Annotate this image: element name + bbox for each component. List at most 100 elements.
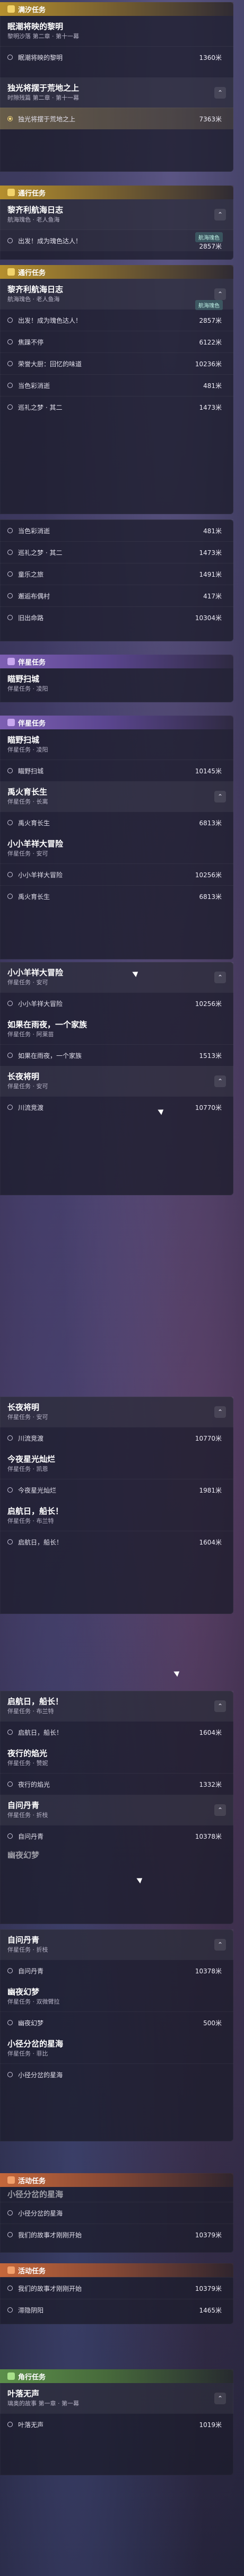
quest-header[interactable]: 禹火育长生 伴星任务 · 长离 ⌃ — [0, 781, 233, 811]
quest-header[interactable]: 今夜星光灿烂 伴星任务 · 凯恩 — [0, 1449, 233, 1479]
category-header: 伴星任务 — [0, 655, 233, 668]
quest-step-row[interactable]: 小小羊祥大冒险 10256米 — [0, 863, 233, 885]
quest-header[interactable]: 黎齐利航海日志 航海瑰色 · 老人鱼海 ⌃ 航海瑰色 — [0, 279, 233, 310]
quest-step-row[interactable]: 禹火育长生 6813米 — [0, 811, 233, 833]
quest-step-row[interactable]: 禹火育长生 6813米 — [0, 885, 233, 907]
radio-icon — [7, 317, 13, 323]
step-label: 出发！成为瑰色达人！ — [18, 316, 82, 324]
chevron-up-icon[interactable]: ⌃ — [214, 1406, 226, 1418]
quest-header[interactable]: 长夜将明 伴星任务 · 安可 ⌃ — [0, 1066, 233, 1096]
quest-step-row[interactable]: 自问丹青 10378米 — [0, 1960, 233, 1981]
quest-panel-11: 活动任务 我们的故事才刚刚开始 10379米 滞隐阴阳 1465米 — [0, 2263, 233, 2324]
quest-header[interactable]: 瞄野扫城 伴星任务 · 凌阳 — [0, 729, 233, 760]
quest-step-row[interactable]: 出发！成为瑰色达人！ 2857米 — [0, 309, 233, 331]
quest-header[interactable]: 小小羊祥大冒险 伴星任务 · 安可 — [0, 833, 233, 863]
quest-step-row[interactable]: 巡礼之梦 · 其二 1473米 — [0, 396, 233, 418]
quest-title: 眠潮将映的黎明 — [7, 22, 64, 31]
step-label: 荣誉大厨：回忆的味道 — [18, 360, 82, 368]
quest-step-row[interactable]: 小径分岔的星海 — [0, 2063, 233, 2085]
quest-header[interactable]: 自问丹青 伴星任务 · 折枝 ⌃ — [0, 1929, 233, 1960]
distance-value: 1473米 — [199, 549, 222, 557]
quest-step-row[interactable]: 今夜星光灿烂 1981米 — [0, 1479, 233, 1501]
quest-step-row[interactable]: 川流竞渡 10770米 — [0, 1427, 233, 1449]
quest-step-row[interactable]: 旧出命路 10304米 — [0, 606, 233, 628]
chevron-up-icon[interactable]: ⌃ — [214, 1075, 226, 1087]
radio-icon — [7, 571, 13, 577]
quest-step-row[interactable]: 出发！成为瑰色达人！ 航海瑰色 2857米 — [0, 230, 233, 251]
quest-header[interactable]: 小径分岔的星海 伴星任务 · 菲比 — [0, 2033, 233, 2063]
quest-header[interactable]: 黎齐利航海日志 航海瑰色 · 老人鱼海 ⌃ — [0, 199, 233, 230]
distance-value: 481米 — [203, 382, 222, 390]
quest-header[interactable]: 夜行的焰光 伴星任务 · 赞妮 — [0, 1743, 233, 1773]
quest-header[interactable]: 独光将摆于荒地之上 时隙残篇 第二章 · 第十一幕 ⌃ — [0, 77, 233, 108]
quest-title: 启航日，船长！ — [7, 1697, 64, 1706]
quest-step-row[interactable]: 滞隐阴阳 1465米 — [0, 2299, 233, 2321]
quest-title: 夜行的焰光 — [7, 1749, 48, 1758]
quest-header[interactable]: 小小羊祥大冒险 伴星任务 · 安可 ⌃ — [0, 962, 233, 992]
quest-header[interactable]: 幽夜幻梦 伴星任务 · 双微臂拉 — [0, 1981, 233, 2012]
quest-header[interactable]: 瞄野扫城 伴星任务 · 凌阳 — [0, 668, 233, 699]
category-label: 活动任务 — [18, 2267, 46, 2275]
quest-header[interactable]: 小径分岔的星海 — [0, 2187, 233, 2202]
quest-subtitle: 伴星任务 · 安可 — [7, 979, 48, 986]
radio-icon — [7, 1001, 13, 1006]
quest-step-row[interactable]: 幽夜幻梦 500米 — [0, 2012, 233, 2033]
quest-step-row[interactable]: 如果在雨夜，一个家族 1513米 — [0, 1044, 233, 1066]
chevron-up-icon[interactable]: ⌃ — [214, 2392, 226, 2404]
radio-icon — [7, 1539, 13, 1545]
quest-step-row[interactable]: 小径分岔的星海 — [0, 2202, 233, 2224]
quest-panel-1: 满汐任务 眠潮将映的黎明 黎明沙落 第二章 · 第十一幕 眠潮将映的黎明 136… — [0, 2, 233, 172]
distance-value: 1981米 — [199, 1486, 222, 1494]
chevron-up-icon[interactable]: ⌃ — [214, 1700, 226, 1712]
quest-panel-9: 自问丹青 伴星任务 · 折枝 ⌃ 自问丹青 10378米 幽夜幻梦 伴星任务 · … — [0, 1929, 233, 2141]
quest-title: 瞄野扫城 — [7, 674, 40, 684]
quest-header[interactable]: 启航日，船长！ 伴星任务 · 布兰特 ⌃ — [0, 1691, 233, 1721]
quest-header[interactable]: 眠潮将映的黎明 黎明沙落 第二章 · 第十一幕 — [0, 16, 233, 46]
distance-value: 10770米 — [195, 1434, 222, 1442]
chevron-up-icon[interactable]: ⌃ — [214, 1938, 226, 1951]
quest-step-row[interactable]: 巡礼之梦 · 其二 1473米 — [0, 541, 233, 563]
quest-step-row[interactable]: 启航日，船长！ 1604米 — [0, 1531, 233, 1552]
chevron-up-icon[interactable]: ⌃ — [214, 288, 226, 300]
quest-title: 瞄野扫城 — [7, 735, 40, 745]
quest-step-row[interactable]: 荣誉大厨：回忆的味道 10236米 — [0, 352, 233, 374]
quest-step-row[interactable]: 眠潮将映的黎明 1360米 — [0, 46, 233, 68]
quest-step-row[interactable]: 焦躁不停 6122米 — [0, 331, 233, 352]
quest-step-row[interactable]: 夜行的焰光 1332米 — [0, 1773, 233, 1795]
quest-step-row[interactable]: 我们的故事才刚刚开始 10379米 — [0, 2277, 233, 2299]
distance-value: 10145米 — [195, 767, 222, 775]
quest-icon — [7, 268, 15, 276]
quest-step-row[interactable]: 童乐之旅 1491米 — [0, 563, 233, 585]
quest-step-row[interactable]: 当色彩消逝 481米 — [0, 374, 233, 396]
quest-step-row[interactable]: 小小羊祥大冒险 10256米 — [0, 992, 233, 1014]
quest-step-row[interactable]: 独光将摆于荒地之上 7363米 — [0, 108, 233, 129]
distance-value: 10379米 — [195, 2284, 222, 2292]
distance-value: 10378米 — [195, 1967, 222, 1975]
quest-step-row[interactable]: 自问丹青 10378米 — [0, 1825, 233, 1847]
quest-header[interactable]: 自问丹青 伴星任务 · 折枝 ⌃ — [0, 1795, 233, 1825]
quest-step-row[interactable]: 川流竞渡 10770米 — [0, 1096, 233, 1118]
quest-header[interactable]: 叶落无声 璃奥的故事 第一章 · 第一幕 ⌃ — [0, 2383, 233, 2413]
quest-step-row[interactable]: 我们的故事才刚刚开始 10379米 — [0, 2224, 233, 2245]
quest-step-row[interactable]: 邂逅布偶村 417米 — [0, 585, 233, 606]
quest-title: 独光将摆于荒地之上 — [7, 83, 80, 93]
quest-step-row[interactable]: 瞄野扫城 10145米 — [0, 760, 233, 781]
chevron-up-icon[interactable]: ⌃ — [214, 1804, 226, 1816]
quest-step-row[interactable]: 叶落无声 1019米 — [0, 2413, 233, 2435]
chevron-up-icon[interactable]: ⌃ — [214, 971, 226, 983]
quest-icon — [7, 2176, 15, 2184]
quest-subtitle: 伴星任务 · 安可 — [7, 850, 48, 857]
chevron-up-icon[interactable]: ⌃ — [214, 86, 226, 99]
distance-value: 1019米 — [199, 2421, 222, 2429]
chevron-up-icon[interactable]: ⌃ — [214, 790, 226, 802]
quest-step-row[interactable]: 启航日，船长！ 1604米 — [0, 1721, 233, 1743]
category-label: 通行任务 — [18, 189, 46, 198]
quest-step-row[interactable]: 当色彩消逝 481米 — [0, 519, 233, 541]
chevron-up-icon[interactable]: ⌃ — [214, 208, 226, 220]
quest-header[interactable]: 幽夜幻梦 — [0, 1847, 233, 1866]
category-header: 活动任务 — [0, 2173, 233, 2187]
quest-header[interactable]: 长夜将明 伴星任务 · 安可 ⌃ — [0, 1397, 233, 1427]
distance-value: 500米 — [203, 2019, 222, 2027]
quest-header[interactable]: 如果在雨夜，一个家族 伴星任务 · 阿莱苗 — [0, 1014, 233, 1044]
quest-header[interactable]: 启航日，船长！ 伴星任务 · 布兰特 — [0, 1501, 233, 1531]
